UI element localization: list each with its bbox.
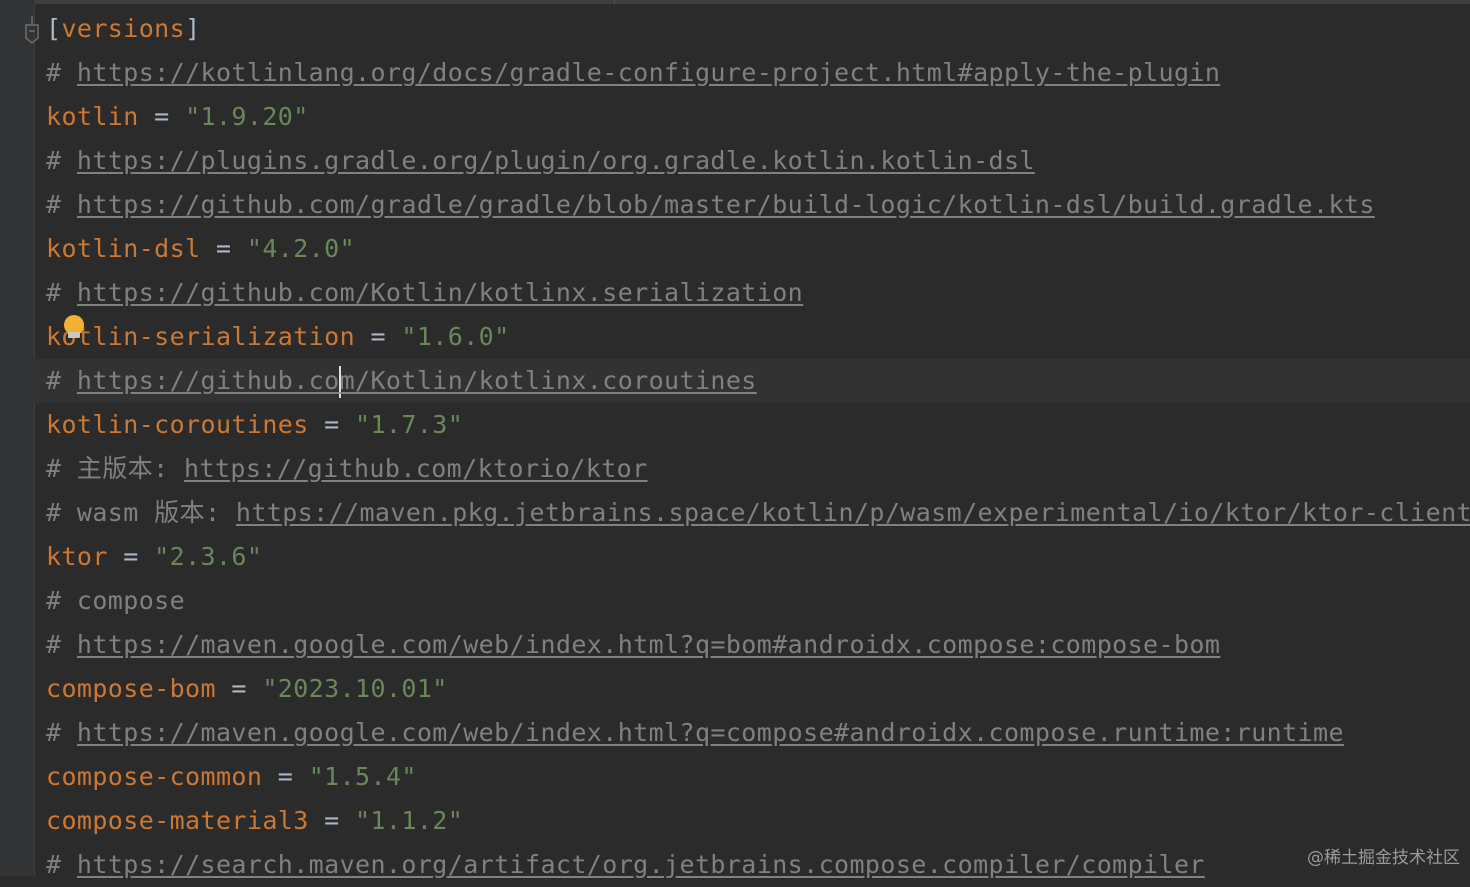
equals-sign: = [123,542,139,571]
comment-hash: # [46,718,62,747]
comment-hash: # [46,366,62,395]
comment-link[interactable]: https://github.com/ktorio/ktor [184,454,648,483]
version-key: compose-bom [46,674,216,703]
code-line[interactable]: kotlin-dsl = "4.2.0" [46,227,1470,271]
version-value: "1.1.2" [355,806,464,835]
comment-link[interactable]: https://maven.pkg.jetbrains.space/kotlin… [236,498,1470,527]
comment-hash: # [46,850,62,879]
code-line[interactable]: kotlin = "1.9.20" [46,95,1470,139]
code-line[interactable]: # 主版本: https://github.com/ktorio/ktor [46,447,1470,491]
comment-link[interactable]: https://kotlinlang.org/docs/gradle-confi… [77,58,1220,87]
equals-sign: = [154,102,170,131]
editor-gutter [0,0,34,876]
code-line[interactable]: compose-common = "1.5.4" [46,755,1470,799]
code-line[interactable]: # https://maven.google.com/web/index.htm… [46,711,1470,755]
current-code-line[interactable]: # https://github.com/Kotlin/kotlinx.coro… [34,359,1470,403]
watermark: @稀土掘金技术社区 [1307,848,1460,868]
comment-link[interactable]: https://github.com/Kotlin/kotlinx.serial… [77,278,803,307]
comment-link[interactable]: https://maven.google.com/web/index.html?… [77,718,1344,747]
fold-collapse-icon[interactable] [24,16,40,44]
intention-bulb-icon[interactable] [64,315,84,338]
comment-hash: # [46,454,62,483]
version-key: kotlin-dsl [46,234,201,263]
code-line[interactable]: # wasm 版本: https://maven.pkg.jetbrains.s… [46,491,1470,535]
equals-sign: = [324,410,340,439]
code-line[interactable]: [versions] [46,7,1470,51]
version-key: kotlin-serialization [46,322,356,351]
version-key: kotlin-coroutines [46,410,309,439]
code-line[interactable]: # https://kotlinlang.org/docs/gradle-con… [46,51,1470,95]
editor-top-bar [0,0,1470,4]
comment-hash: # [46,190,62,219]
tab-splitter [614,0,615,4]
version-value: "2023.10.01" [262,674,448,703]
comment-link[interactable]: https://plugins.gradle.org/plugin/org.gr… [77,146,1035,175]
code-line[interactable]: # https://github.com/Kotlin/kotlinx.seri… [46,271,1470,315]
table-header-name: versions [61,14,186,43]
version-key: compose-common [46,762,263,791]
comment-text: wasm 版本: [76,498,221,527]
gutter-divider [34,0,35,876]
code-line[interactable]: # https://plugins.gradle.org/plugin/org.… [46,139,1470,183]
comment-text: 主版本: [76,454,169,483]
comment-hash: # [46,498,62,527]
code-editor[interactable]: [versions] # https://kotlinlang.org/docs/… [34,7,1470,887]
comment-link[interactable]: https://search.maven.org/artifact/org.je… [77,850,1205,879]
code-line[interactable]: kotlin-serialization = "1.6.0" [46,315,1470,359]
version-value: "2.3.6" [154,542,263,571]
comment-hash: # [46,58,62,87]
version-key: ktor [46,542,108,571]
comment-text: compose [76,586,186,615]
comment-hash: # [46,146,62,175]
comment-link-part[interactable]: https://github.co [77,366,340,395]
equals-sign: = [215,234,232,263]
equals-sign: = [324,806,340,835]
version-value: "1.7.3" [355,410,464,439]
comment-link-part[interactable]: m/Kotlin/kotlinx.coroutines [340,366,757,395]
comment-hash: # [46,278,62,307]
comment-link[interactable]: https://maven.google.com/web/index.html?… [77,630,1220,659]
code-line[interactable]: # https://maven.google.com/web/index.htm… [46,623,1470,667]
version-value: "1.9.20" [185,102,309,131]
comment-hash: # [46,630,62,659]
version-value: "4.2.0" [246,234,356,263]
equals-sign: = [277,762,294,791]
code-line[interactable]: compose-material3 = "1.1.2" [46,799,1470,843]
code-line[interactable]: kotlin-coroutines = "1.7.3" [46,403,1470,447]
comment-hash: # [46,586,62,615]
header-bracket-open: [ [46,14,62,43]
equals-sign: = [370,322,386,351]
version-value: "1.6.0" [401,322,510,351]
code-line[interactable]: ktor = "2.3.6" [46,535,1470,579]
code-line[interactable]: # compose [46,579,1470,623]
version-key: compose-material3 [46,806,309,835]
version-key: kotlin [46,102,139,131]
version-value: "1.5.4" [308,762,417,791]
header-bracket-close: ] [185,14,201,43]
code-line[interactable]: # https://search.maven.org/artifact/org.… [46,843,1470,887]
code-line[interactable]: # https://github.com/gradle/gradle/blob/… [46,183,1470,227]
equals-sign: = [231,674,247,703]
comment-link[interactable]: https://github.com/gradle/gradle/blob/ma… [77,190,1375,219]
code-line[interactable]: compose-bom = "2023.10.01" [46,667,1470,711]
